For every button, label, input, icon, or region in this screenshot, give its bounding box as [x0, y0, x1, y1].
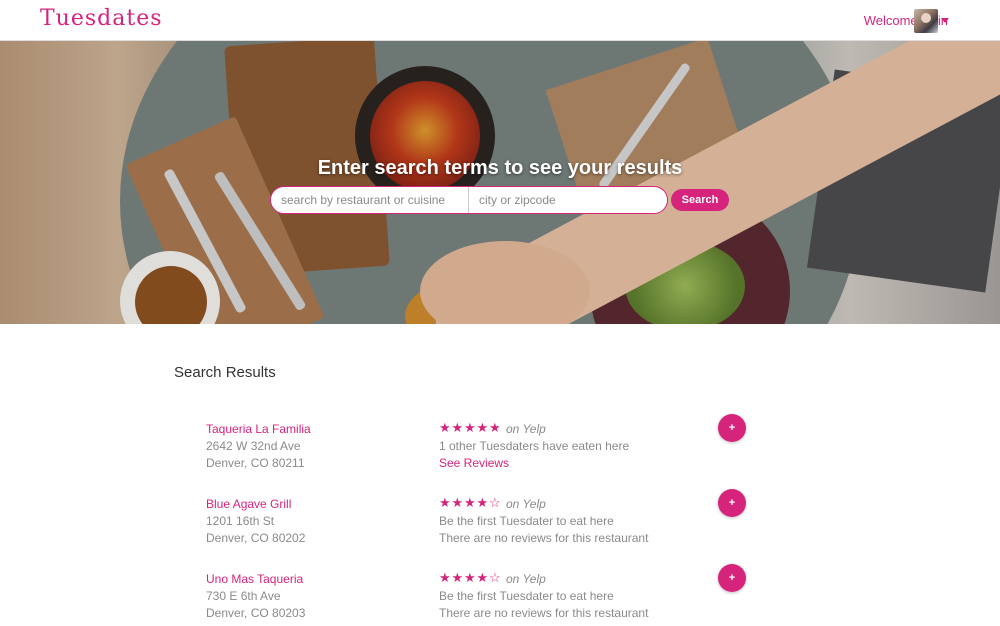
avatar[interactable]: [914, 9, 938, 33]
rating-source: on Yelp: [506, 497, 546, 511]
restaurant-city: Denver, CO 80211: [206, 456, 305, 470]
search-city-input[interactable]: [469, 187, 667, 213]
star-filled-icon: ★: [439, 570, 451, 585]
tuesdaters-count: Be the first Tuesdater to eat here: [439, 589, 614, 603]
results-title: Search Results: [174, 364, 276, 381]
brand-logo[interactable]: Tuesdates: [40, 6, 163, 31]
add-restaurant-button[interactable]: +: [718, 564, 746, 592]
result-row: Uno Mas Taqueria 730 E 6th Ave Denver, C…: [0, 564, 1000, 626]
star-empty-icon: ☆: [489, 570, 501, 585]
star-filled-icon: ★: [464, 570, 476, 585]
restaurant-address: 2642 W 32nd Ave: [206, 439, 301, 453]
star-filled-icon: ★: [451, 495, 464, 510]
reviews-status: There are no reviews for this restaurant: [439, 531, 649, 545]
tuesdaters-count: 1 other Tuesdaters have eaten here: [439, 439, 630, 453]
hero-overlay: [0, 41, 1000, 324]
tuesdaters-count: Be the first Tuesdater to eat here: [439, 514, 614, 528]
rating-source: on Yelp: [506, 422, 546, 436]
rating-stars: ★★★★☆: [439, 571, 502, 585]
star-filled-icon: ★: [476, 495, 489, 510]
see-reviews-link[interactable]: See Reviews: [439, 456, 509, 470]
star-filled-icon: ★: [476, 570, 489, 585]
restaurant-name-link[interactable]: Blue Agave Grill: [206, 497, 291, 511]
hero-banner: Enter search terms to see your results S…: [0, 41, 1000, 324]
star-empty-icon: ☆: [489, 495, 501, 510]
restaurant-address: 730 E 6th Ave: [206, 589, 281, 603]
search-box: [270, 186, 668, 214]
star-filled-icon: ★: [489, 420, 501, 435]
restaurant-city: Denver, CO 80203: [206, 606, 306, 620]
star-filled-icon: ★: [439, 420, 451, 435]
navbar: Tuesdates Welcome, Erin: [0, 0, 1000, 41]
add-restaurant-button[interactable]: +: [718, 489, 746, 517]
restaurant-name-link[interactable]: Uno Mas Taqueria: [206, 572, 303, 586]
rating-stars: ★★★★☆: [439, 496, 502, 510]
rating-stars: ★★★★★: [439, 421, 502, 435]
search-button[interactable]: Search: [671, 189, 729, 211]
result-row: Taqueria La Familia 2642 W 32nd Ave Denv…: [0, 414, 1000, 482]
star-filled-icon: ★: [476, 420, 489, 435]
restaurant-name-link[interactable]: Taqueria La Familia: [206, 422, 311, 436]
star-filled-icon: ★: [451, 570, 464, 585]
result-row: Blue Agave Grill 1201 16th St Denver, CO…: [0, 489, 1000, 557]
star-filled-icon: ★: [439, 495, 451, 510]
star-filled-icon: ★: [451, 420, 464, 435]
star-filled-icon: ★: [464, 495, 476, 510]
restaurant-address: 1201 16th St: [206, 514, 275, 528]
add-restaurant-button[interactable]: +: [718, 414, 746, 442]
search-term-input[interactable]: [271, 187, 469, 213]
caret-down-icon[interactable]: [941, 18, 949, 23]
restaurant-city: Denver, CO 80202: [206, 531, 306, 545]
star-filled-icon: ★: [464, 420, 476, 435]
rating-source: on Yelp: [506, 572, 546, 586]
reviews-status: There are no reviews for this restaurant: [439, 606, 649, 620]
hero-title: Enter search terms to see your results: [317, 157, 683, 179]
